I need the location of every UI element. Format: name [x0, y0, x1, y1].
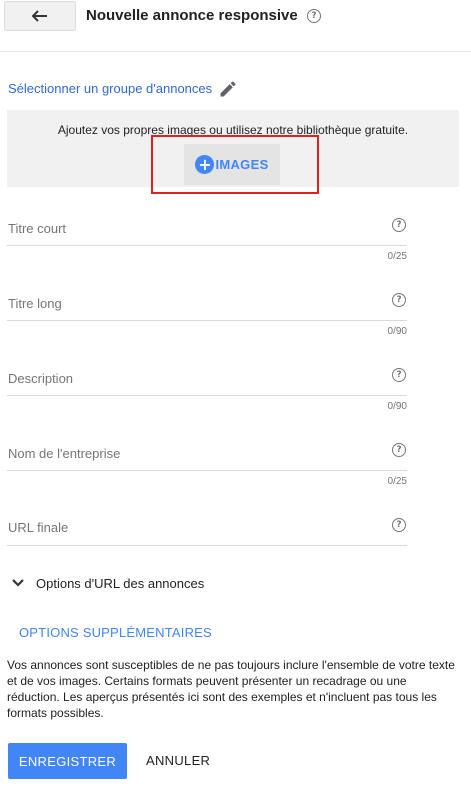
long-title-input[interactable]	[7, 292, 407, 321]
pencil-icon[interactable]	[218, 79, 238, 99]
description-counter: 0/90	[387, 401, 407, 412]
long-title-counter: 0/90	[387, 326, 407, 337]
short-title-counter: 0/25	[387, 251, 407, 262]
help-circle-icon[interactable]: ?	[307, 9, 321, 23]
url-options-toggle[interactable]: Options d'URL des annonces	[36, 576, 204, 591]
final-url-input[interactable]	[7, 517, 407, 546]
description-input[interactable]	[7, 367, 407, 396]
help-circle-icon[interactable]: ?	[392, 293, 406, 307]
business-name-input[interactable]	[7, 442, 407, 471]
help-circle-icon[interactable]: ?	[392, 368, 406, 382]
extra-options-link[interactable]: OPTIONS SUPPLÉMENTAIRES	[19, 625, 212, 640]
cancel-button[interactable]: ANNULER	[146, 753, 210, 768]
select-ad-group-link[interactable]: Sélectionner un groupe d'annonces	[8, 81, 212, 96]
arrow-back-icon	[32, 10, 47, 22]
business-name-counter: 0/25	[387, 476, 407, 487]
image-panel-prompt: Ajoutez vos propres images ou utilisez n…	[57, 123, 409, 137]
add-images-button[interactable]: + IMAGES	[184, 144, 280, 185]
back-button[interactable]	[4, 1, 76, 31]
header-divider	[0, 51, 471, 52]
add-images-label: IMAGES	[215, 157, 269, 172]
help-circle-icon[interactable]: ?	[392, 443, 406, 457]
page-title: Nouvelle annonce responsive	[86, 7, 298, 24]
help-circle-icon[interactable]: ?	[392, 218, 406, 232]
help-circle-icon[interactable]: ?	[392, 518, 406, 532]
save-button[interactable]: ENREGISTRER	[8, 743, 127, 779]
short-title-input[interactable]	[7, 217, 407, 246]
notice-text: Vos annonces sont susceptibles de ne pas…	[7, 658, 455, 720]
chevron-down-icon[interactable]	[12, 578, 24, 588]
image-upload-panel: Ajoutez vos propres images ou utilisez n…	[7, 110, 459, 187]
plus-circle-icon: +	[195, 155, 215, 174]
